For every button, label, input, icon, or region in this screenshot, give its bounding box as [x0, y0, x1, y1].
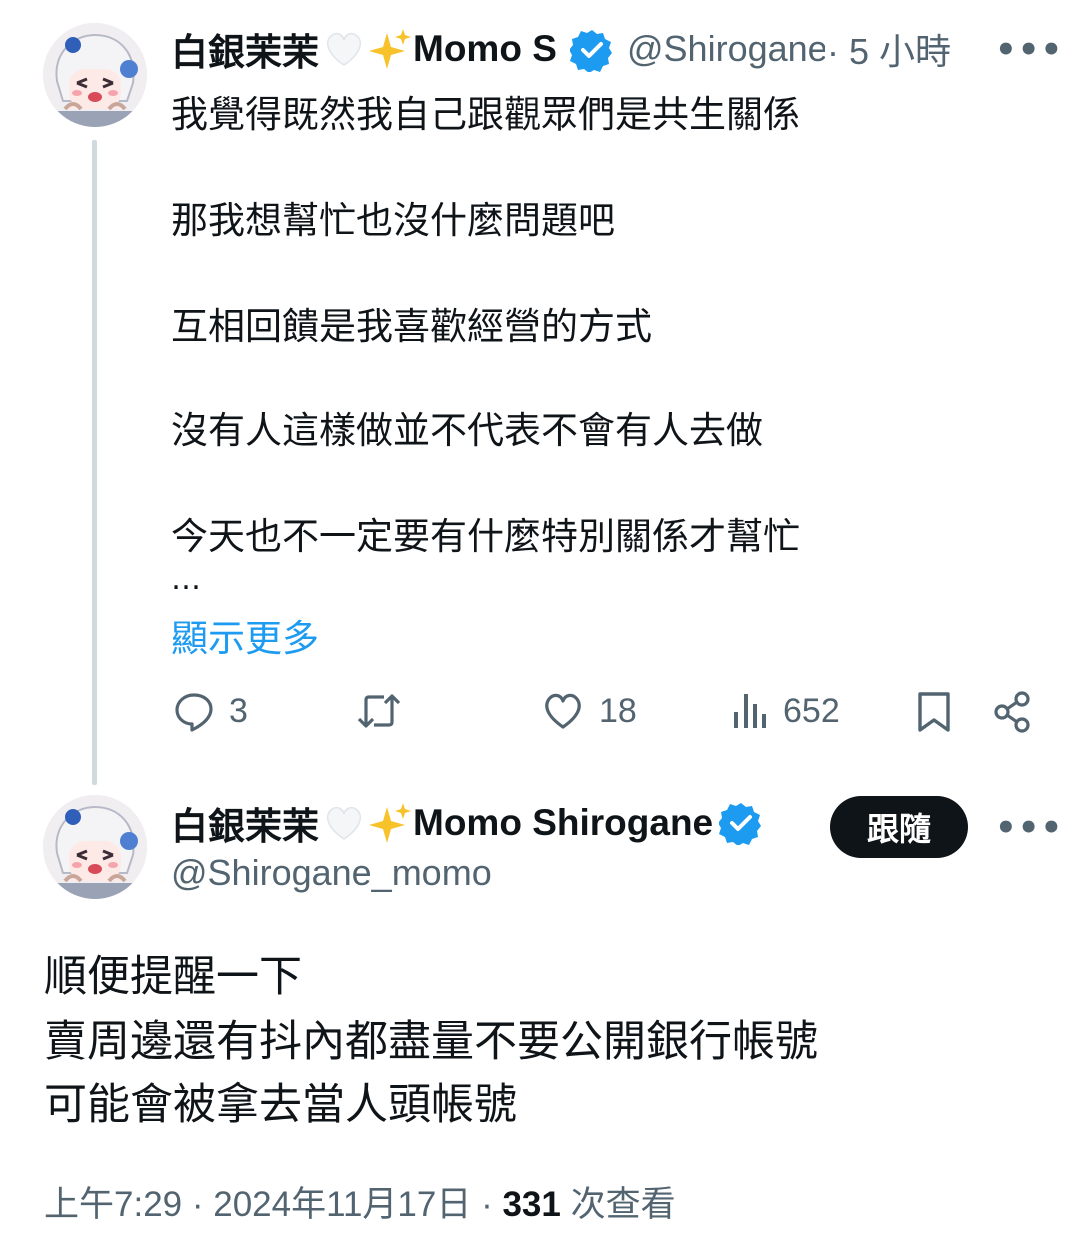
display-name-prefix: 白銀茉茉	[171, 32, 319, 72]
like-count: 18	[599, 691, 637, 730]
more-icon[interactable]: •••	[995, 808, 1063, 848]
avatar-illustration	[43, 795, 147, 899]
display-name-prefix: 白銀茉茉	[171, 806, 319, 847]
like-button[interactable]: 18	[541, 690, 637, 732]
tweet-line-2: 那我想幫忙也沒什麼問題吧	[171, 199, 615, 242]
tweet-line-2: 賣周邊還有抖內都盡量不要公開銀行帳號	[44, 1017, 818, 1067]
thread-line	[92, 140, 97, 785]
more-icon[interactable]: •••	[995, 30, 1063, 70]
avatar-illustration	[43, 23, 147, 127]
ellipsis: …	[171, 562, 201, 597]
views-label: 次查看	[570, 1185, 676, 1224]
share-icon[interactable]	[992, 690, 1034, 734]
avatar[interactable]	[43, 23, 147, 127]
reply-button[interactable]: 3	[173, 690, 248, 732]
tweet-time[interactable]: · 5 小時	[827, 23, 951, 75]
tweet-line-3: 互相回饋是我喜歡經營的方式	[171, 305, 652, 348]
bookmark-icon[interactable]	[914, 690, 954, 734]
tweet-line-3: 可能會被拿去當人頭帳號	[44, 1080, 517, 1130]
display-name-suffix: Momo S	[413, 28, 557, 69]
sparkles-icon	[369, 29, 411, 69]
tweet-line-1: 順便提醒一下	[44, 952, 302, 1002]
heart-icon	[545, 693, 581, 729]
author-name[interactable]: 白銀茉茉 Momo Shirogane	[171, 800, 763, 847]
reply-icon	[175, 693, 213, 732]
verified-badge-icon	[719, 803, 762, 845]
avatar[interactable]	[43, 795, 147, 899]
sparkles-icon	[369, 803, 411, 843]
tweet-line-5: 今天也不一定要有什麼特別關係才幫忙	[171, 515, 800, 558]
timestamp[interactable]: 上午7:29 · 2024年11月17日 ·	[44, 1185, 493, 1224]
handle-time: @Shirogane · 5 小時	[627, 26, 951, 72]
author-name[interactable]: 白銀茉茉 Momo S	[171, 26, 571, 72]
view-count: 652	[783, 691, 840, 730]
tweet-line-4: 沒有人這樣做並不代表不會有人去做	[171, 409, 763, 452]
show-more-link[interactable]: 顯示更多	[171, 608, 319, 662]
tweet-meta: 上午7:29 · 2024年11月17日 · 331 次查看	[44, 1176, 676, 1227]
tweet-line-1: 我覺得既然我自己跟觀眾們是共生關係	[171, 93, 800, 136]
views-button[interactable]: 652	[731, 690, 840, 732]
reply-count: 3	[229, 691, 248, 730]
white-heart-icon	[326, 807, 362, 840]
white-heart-icon	[326, 33, 362, 66]
views-count: 331	[502, 1185, 561, 1224]
display-name-suffix: Momo Shirogane	[413, 802, 714, 843]
retweet-button[interactable]	[356, 690, 416, 732]
handle[interactable]: @Shirogane_momo	[171, 852, 492, 894]
follow-button[interactable]: 跟隨	[830, 796, 968, 858]
retweet-icon	[357, 694, 401, 728]
views-icon	[734, 694, 766, 728]
verified-badge-icon	[570, 30, 612, 72]
handle[interactable]: @Shirogane	[627, 28, 825, 70]
